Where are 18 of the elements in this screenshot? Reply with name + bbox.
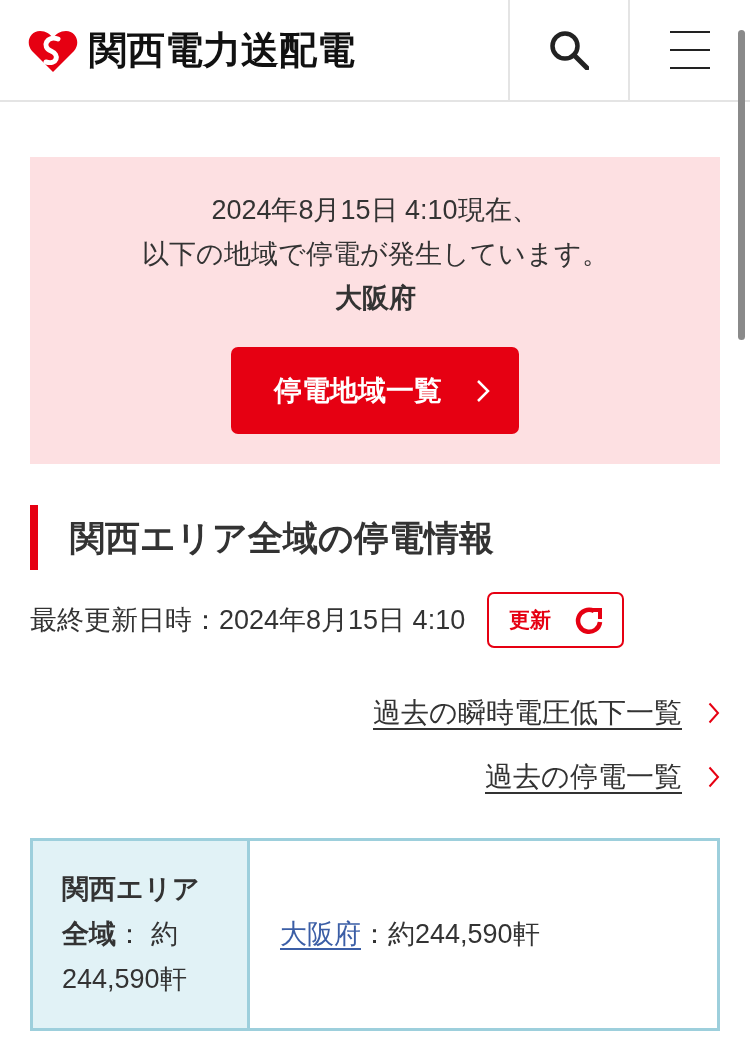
region-name: 大阪府 — [333, 282, 417, 315]
chevron-right-icon — [708, 766, 720, 788]
search-icon — [549, 30, 589, 70]
outage-count: ：約244,590軒 — [361, 918, 540, 952]
region-link[interactable]: 大阪府 — [280, 914, 361, 955]
brand-name: 関西電力送配電 — [89, 31, 355, 69]
past-list-link[interactable]: 過去の瞬時電圧低下一覧 — [373, 692, 682, 734]
last-updated-text: 最終更新日時：2024年8月15日 4:10 — [30, 603, 466, 637]
past-list-link[interactable]: 過去の停電一覧 — [485, 756, 682, 798]
section-heading: 関西エリア全域の停電情報 — [30, 505, 720, 570]
refresh-icon — [574, 605, 603, 635]
refresh-button[interactable]: 更新 — [487, 592, 625, 648]
total-outage-cell: 関西エリア全域： 約 244,590軒 — [33, 841, 250, 1028]
outage-notice-text: 2024年8月15日 4:10現在、 以下の地域で停電が発生しています。 — [140, 194, 610, 271]
outage-area-list-button[interactable]: 停電地域一覧 — [231, 347, 519, 434]
chevron-right-icon — [476, 378, 490, 403]
chevron-right-icon — [708, 702, 720, 724]
menu-icon — [670, 31, 710, 69]
